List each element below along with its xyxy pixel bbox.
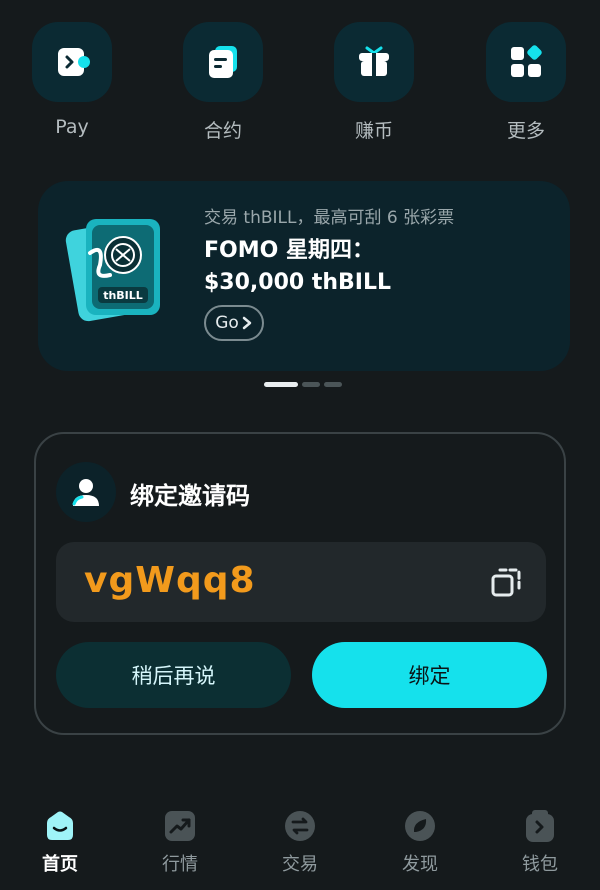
grid-more-icon [511,45,542,77]
go-label: Go [215,313,239,333]
banner-pager [264,382,342,388]
banner-go-button[interactable]: Go [204,305,264,341]
gift-box-icon [359,46,389,76]
quick-tile [183,22,263,102]
invite-code-card: 绑定邀请码 vgWqq8 稍后再说 绑定 [34,432,566,735]
pager-dot-active [264,382,298,387]
tab-label: 行情 [162,854,198,875]
discover-leaf-icon [402,808,438,844]
bottom-tab-bar: 首页 行情 交易 发现 钱包 [0,808,600,890]
contract-card-icon [209,46,237,78]
pager-dot [302,382,320,387]
quick-action-label: 更多 [506,120,545,142]
banner-title: FOMO 星期四： $30,000 thBILL [204,235,391,299]
quick-action-label: 合约 [203,120,242,142]
pay-wallet-icon [58,48,90,76]
banner-subtitle: 交易 thBILL，最高可刮 6 张彩票 [204,208,455,228]
invite-title: 绑定邀请码 [130,482,250,510]
quick-action-contract[interactable]: 合约 [173,22,273,143]
quick-action-label: 赚币 [354,120,393,142]
later-button[interactable]: 稍后再说 [56,642,291,708]
tab-label: 钱包 [522,854,558,875]
tab-discover[interactable]: 发现 [380,808,460,876]
tab-trade[interactable]: 交易 [260,808,340,876]
quick-action-label: Pay [55,116,89,138]
ticket-label: thBILL [103,289,143,302]
quick-tile [32,22,112,102]
market-chart-icon [162,808,198,844]
tab-wallet[interactable]: 钱包 [500,808,580,876]
quick-actions-row: Pay 合约 赚币 更多 [0,22,600,142]
avatar [56,462,116,522]
bind-button[interactable]: 绑定 [312,642,547,708]
tab-label: 交易 [282,854,318,875]
trade-swap-icon [282,808,318,844]
lottery-ticket-icon: thBILL [65,219,160,322]
wallet-icon [522,808,558,844]
quick-action-pay[interactable]: Pay [22,22,122,138]
quick-action-more[interactable]: 更多 [476,22,576,143]
tab-label: 发现 [402,854,438,875]
quick-action-earn[interactable]: 赚币 [324,22,424,143]
chevron-right-icon [242,316,252,330]
tab-label: 首页 [42,854,78,875]
quick-tile [334,22,414,102]
promo-banner[interactable]: thBILL 交易 thBILL，最高可刮 6 张彩票 FOMO 星期四： $3… [38,181,570,371]
invite-code-value: vgWqq8 [84,560,256,601]
pager-dot [324,382,342,387]
banner-title-line1: FOMO 星期四： [204,238,374,263]
quick-tile [486,22,566,102]
tab-home[interactable]: 首页 [20,808,100,876]
user-avatar-icon [72,479,99,506]
invite-code-field[interactable]: vgWqq8 [56,542,546,622]
banner-title-line2: $30,000 thBILL [204,270,392,295]
home-icon [42,808,78,844]
copy-icon[interactable] [488,564,524,600]
tab-market[interactable]: 行情 [140,808,220,876]
